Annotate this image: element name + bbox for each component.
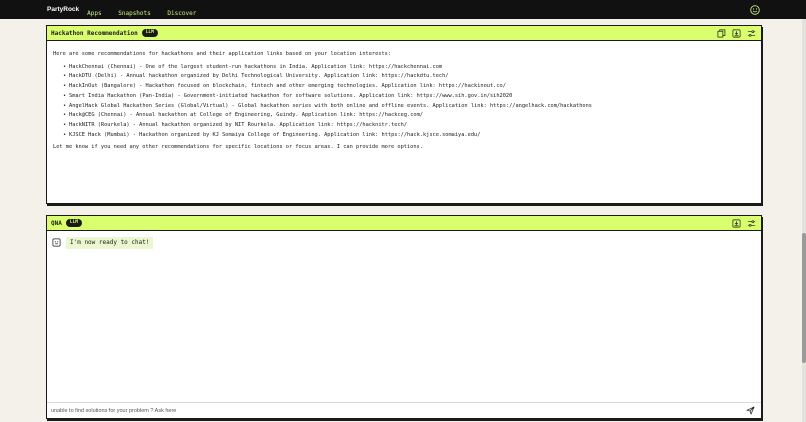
smiley-icon[interactable] (750, 5, 760, 15)
bot-avatar-icon (52, 238, 61, 247)
copy-icon[interactable] (717, 29, 726, 38)
settings-sliders-icon[interactable] (747, 219, 756, 228)
save-icon[interactable] (732, 219, 741, 228)
hackathon-list: HackChennai (Chennai) - One of the large… (63, 63, 755, 141)
intro-text: Here are some recommendations for hackat… (53, 51, 392, 57)
list-item: HackInOut (Bangalore) - Hackathon focuse… (63, 82, 755, 92)
list-item: HackNITR (Rourkela) - Annual hackathon o… (63, 121, 755, 131)
list-item: Hack@CEG (Chennai) - Annual hackathon at… (63, 111, 755, 121)
qna-panel: QNA LLM I'm now ready to chat! (46, 215, 762, 419)
nav-links: Apps Snapshots Discover (79, 0, 196, 19)
chat-area[interactable]: I'm now ready to chat! (47, 231, 761, 403)
nav-discover[interactable]: Discover (167, 10, 196, 17)
llm-badge: LLM (141, 29, 158, 37)
panel-title: Hackathon Recommendation (51, 29, 138, 37)
panel-title: QNA (51, 219, 62, 227)
list-item: Smart India Hackathon (Pan-India) - Gove… (63, 92, 755, 102)
settings-sliders-icon[interactable] (747, 29, 756, 38)
panel-header: Hackathon Recommendation LLM (47, 26, 761, 41)
send-icon[interactable] (746, 406, 755, 415)
scrollbar-thumb[interactable] (802, 233, 806, 363)
nav-apps[interactable]: Apps (87, 10, 101, 17)
list-item: HackChennai (Chennai) - One of the large… (63, 63, 755, 73)
list-item: HackDTU (Delhi) - Annual hackathon organ… (63, 72, 755, 82)
brand-logo[interactable]: PartyRock (47, 6, 79, 13)
panel-actions (717, 29, 756, 38)
list-item: AngelHack Global Hackathon Series (Globa… (63, 102, 755, 112)
top-navbar: PartyRock Apps Snapshots Discover (0, 0, 806, 19)
panel-actions (732, 219, 756, 228)
chat-input-row (47, 402, 761, 418)
save-icon[interactable] (732, 29, 741, 38)
hackathon-recommendation-panel: Hackathon Recommendation LLM Here are so… (46, 25, 762, 204)
list-item: KJSCE Hack (Mumbai) - Hackathon organize… (63, 131, 755, 141)
chat-message: I'm now ready to chat! (66, 237, 154, 249)
panel-content: Here are some recommendations for hackat… (47, 41, 761, 153)
panel-header: QNA LLM (47, 216, 761, 231)
chat-input[interactable] (51, 403, 731, 418)
outro-text: Let me know if you need any other recomm… (53, 144, 423, 151)
llm-badge: LLM (65, 219, 82, 227)
nav-snapshots[interactable]: Snapshots (118, 10, 151, 17)
